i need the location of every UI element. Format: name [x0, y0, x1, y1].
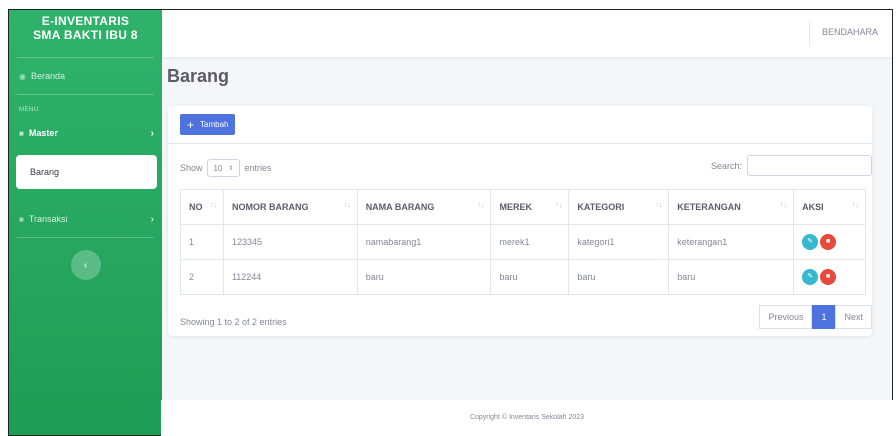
- search-label: Search:: [710, 160, 742, 171]
- card-header: + Tambah: [168, 106, 872, 144]
- updown-icon: ⇕: [228, 165, 234, 172]
- add-button[interactable]: + Tambah: [180, 114, 236, 135]
- footer: Copyright © Inventaris Sekolah 2023: [161, 400, 893, 436]
- topbar: BENDAHARA: [162, 10, 892, 57]
- chevron-right-icon: ›: [150, 127, 154, 139]
- user-menu[interactable]: BENDAHARA: [822, 27, 878, 37]
- sidebar-subitem-barang[interactable]: Barang: [16, 155, 157, 189]
- sort-icon: ↑↓: [852, 202, 859, 209]
- entries-select-value: 10: [213, 163, 223, 173]
- table-row: 2 112244 baru baru baru baru ✎ ■: [180, 259, 866, 295]
- page-title: Barang: [167, 66, 230, 86]
- sidebar-item-label: Beranda: [30, 71, 66, 81]
- table-controls: Show 10 ⇕ entries Search:: [168, 144, 872, 177]
- sidebar-item-transaksi[interactable]: ■ Transaksi ›: [9, 201, 162, 237]
- sidebar: E-INVENTARIS SMA BAKTI IBU 8 ◉ Beranda M…: [9, 10, 162, 435]
- sidebar-item-master[interactable]: ■ Master ›: [9, 115, 162, 151]
- pagination: Previous 1 Next: [759, 305, 872, 329]
- table-search: Search:: [711, 155, 872, 176]
- cell-nomor-barang: 123345: [222, 224, 358, 260]
- entries-select[interactable]: 10 ⇕: [206, 159, 241, 177]
- brand[interactable]: E-INVENTARIS SMA BAKTI IBU 8: [17, 10, 154, 58]
- cell-keterangan: baru: [668, 259, 795, 295]
- cell-aksi: ✎ ■: [793, 224, 866, 260]
- sidebar-item-label: Transaksi: [28, 214, 68, 224]
- dashboard-icon: ◉: [19, 71, 26, 81]
- cell-kategori: kategori1: [568, 224, 670, 260]
- cell-merek: baru: [490, 259, 570, 295]
- chevron-left-icon: ‹: [83, 259, 88, 271]
- sidebar-item-beranda[interactable]: ◉ Beranda: [9, 58, 162, 94]
- col-header-merek[interactable]: MEREK ↑↓: [490, 189, 570, 225]
- cell-nama-barang: baru: [356, 259, 492, 295]
- sort-icon: ↑↓: [780, 202, 788, 209]
- sort-icon: ↑↓: [655, 202, 663, 209]
- folder-icon: ■: [19, 128, 24, 138]
- cell-no: 1: [180, 224, 224, 260]
- col-header-kategori[interactable]: KATEGORI ↑↓: [568, 189, 670, 225]
- sidebar-divider: [17, 237, 154, 238]
- cell-nomor-barang: 112244: [222, 259, 358, 295]
- col-header-aksi[interactable]: AKSI ↑↓: [793, 189, 866, 225]
- cell-no: 2: [180, 259, 224, 295]
- trash-icon[interactable]: ■: [820, 234, 837, 250]
- topbar-divider: [809, 22, 810, 46]
- col-header-nomor-barang[interactable]: NOMOR BARANG ↑↓: [222, 189, 358, 225]
- cell-keterangan: keterangan1: [668, 224, 795, 260]
- folder-icon: ■: [19, 214, 24, 224]
- page-1-button[interactable]: 1: [812, 305, 836, 329]
- table-row: 1 123345 namabarang1 merek1 kategori1 ke…: [180, 224, 866, 260]
- entries-length: Show 10 ⇕ entries: [180, 159, 271, 177]
- col-header-nama-barang[interactable]: NAMA BARANG ↑↓: [356, 189, 492, 225]
- plus-icon: +: [187, 117, 195, 132]
- cell-kategori: baru: [568, 259, 670, 295]
- edit-icon[interactable]: ✎: [802, 269, 819, 285]
- sort-icon: ↑↓: [343, 202, 351, 209]
- previous-button[interactable]: Previous: [759, 305, 813, 329]
- brand-line2: SMA BAKTI IBU 8: [33, 28, 138, 42]
- col-header-no[interactable]: NO ↑↓: [180, 189, 224, 225]
- sort-icon: ↑↓: [555, 202, 563, 209]
- sidebar-item-label: Master: [28, 128, 58, 138]
- menu-heading: MENU: [19, 107, 39, 113]
- col-header-keterangan[interactable]: KETERANGAN ↑↓: [668, 189, 795, 225]
- data-table: NO ↑↓ NOMOR BARANG ↑↓ NAMA BARANG ↑↓ MEREK ↑…: [180, 189, 866, 295]
- table-header-row: NO ↑↓ NOMOR BARANG ↑↓ NAMA BARANG ↑↓ MEREK ↑…: [180, 189, 866, 225]
- brand-line1: E-INVENTARIS: [41, 14, 130, 28]
- show-suffix: entries: [244, 163, 272, 173]
- chevron-right-icon: ›: [150, 213, 154, 225]
- cell-aksi: ✎ ■: [793, 259, 866, 295]
- show-prefix: Show: [180, 163, 203, 173]
- data-card: + Tambah Show 10 ⇕ entries Search: NO ↑↓ …: [168, 106, 872, 336]
- next-button[interactable]: Next: [835, 305, 872, 329]
- sort-icon: ↑↓: [209, 202, 217, 209]
- sidebar-toggle-button[interactable]: ‹: [70, 250, 101, 280]
- edit-icon[interactable]: ✎: [802, 234, 819, 250]
- cell-merek: merek1: [490, 224, 570, 260]
- table-info: Showing 1 to 2 of 2 entries: [180, 317, 287, 327]
- search-input[interactable]: [747, 155, 872, 176]
- sort-icon: ↑↓: [477, 202, 485, 209]
- copyright-text: Copyright © Inventaris Sekolah 2023: [469, 414, 585, 421]
- sidebar-subitem-label: Barang: [30, 167, 60, 177]
- cell-nama-barang: namabarang1: [356, 224, 492, 260]
- trash-icon[interactable]: ■: [820, 269, 837, 285]
- add-button-label: Tambah: [200, 120, 229, 129]
